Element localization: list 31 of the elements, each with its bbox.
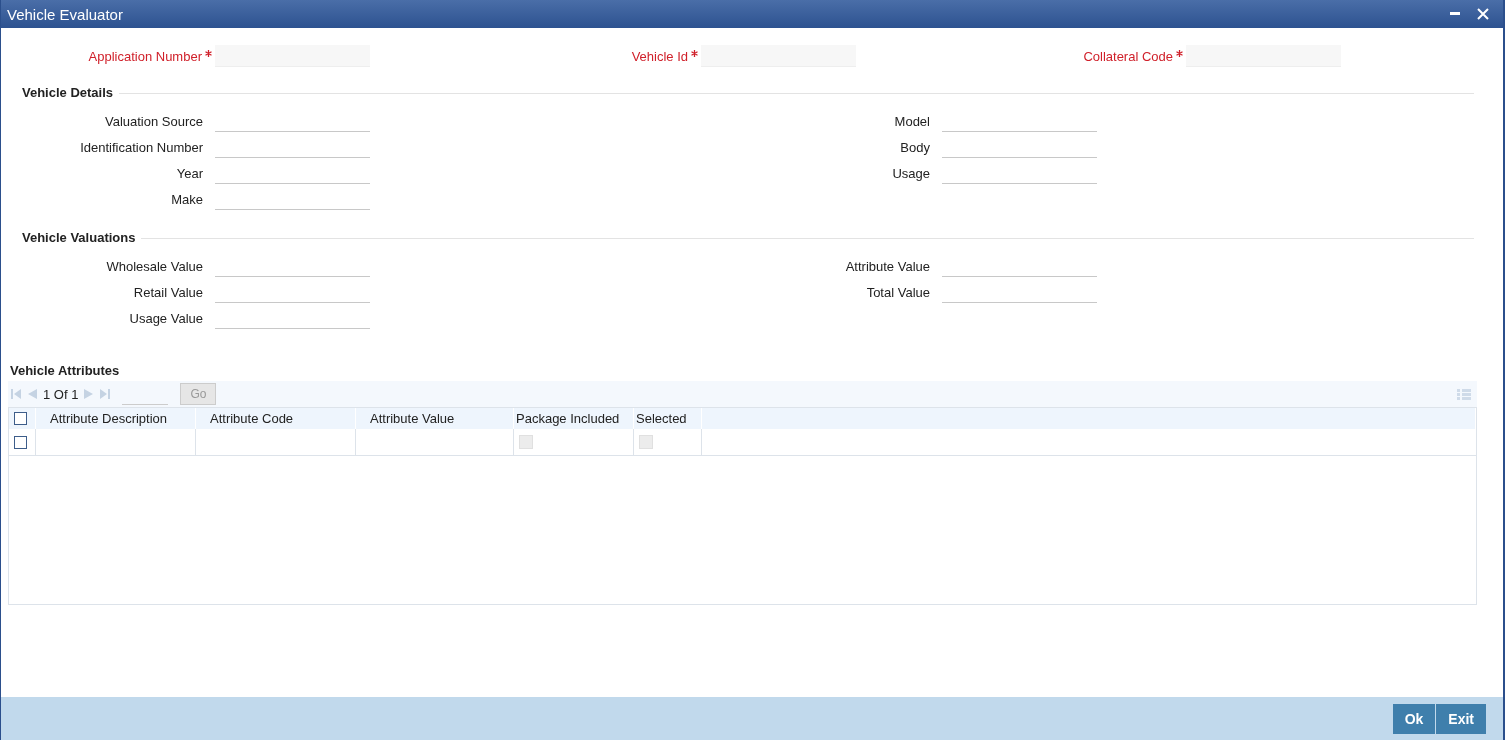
field-label: Attribute Value [845,258,930,274]
select-all-checkbox[interactable] [14,412,27,425]
field-label: Year [176,165,203,181]
field-label: Body [900,139,930,155]
field-label: Make [171,191,203,207]
first-page-icon[interactable] [11,389,21,399]
last-page-icon[interactable] [100,389,111,399]
field-label: Valuation Source [104,113,203,129]
field-label: Usage Value [129,310,203,326]
field-label: Application Number [88,48,202,64]
window-title: Vehicle Evaluator [7,5,124,23]
field-label: Total Value [866,284,930,300]
field-label: Collateral Code [1083,48,1173,64]
section-title: Vehicle Details [22,85,114,100]
next-page-icon[interactable] [84,389,95,399]
previous-page-icon[interactable] [27,389,37,399]
row-checkbox[interactable] [14,435,27,449]
dialog-button[interactable]: Ok [1392,703,1436,734]
field-label: Wholesale Value [106,258,203,274]
list-view-icon[interactable] [1457,388,1471,400]
section-title: Vehicle Valuations [22,230,136,245]
checkbox[interactable] [519,435,533,449]
page-indicator: 1 Of 1 [43,386,79,402]
field-label: Usage [892,165,930,181]
field-label: Identification Number [80,139,203,155]
section-title: Vehicle Attributes [10,361,121,380]
field-label: Model [894,113,930,129]
field-label: Vehicle Id [631,48,688,64]
field-label: Retail Value [133,284,203,300]
dialog-button[interactable]: Exit [1436,703,1486,734]
checkbox[interactable] [639,435,653,449]
